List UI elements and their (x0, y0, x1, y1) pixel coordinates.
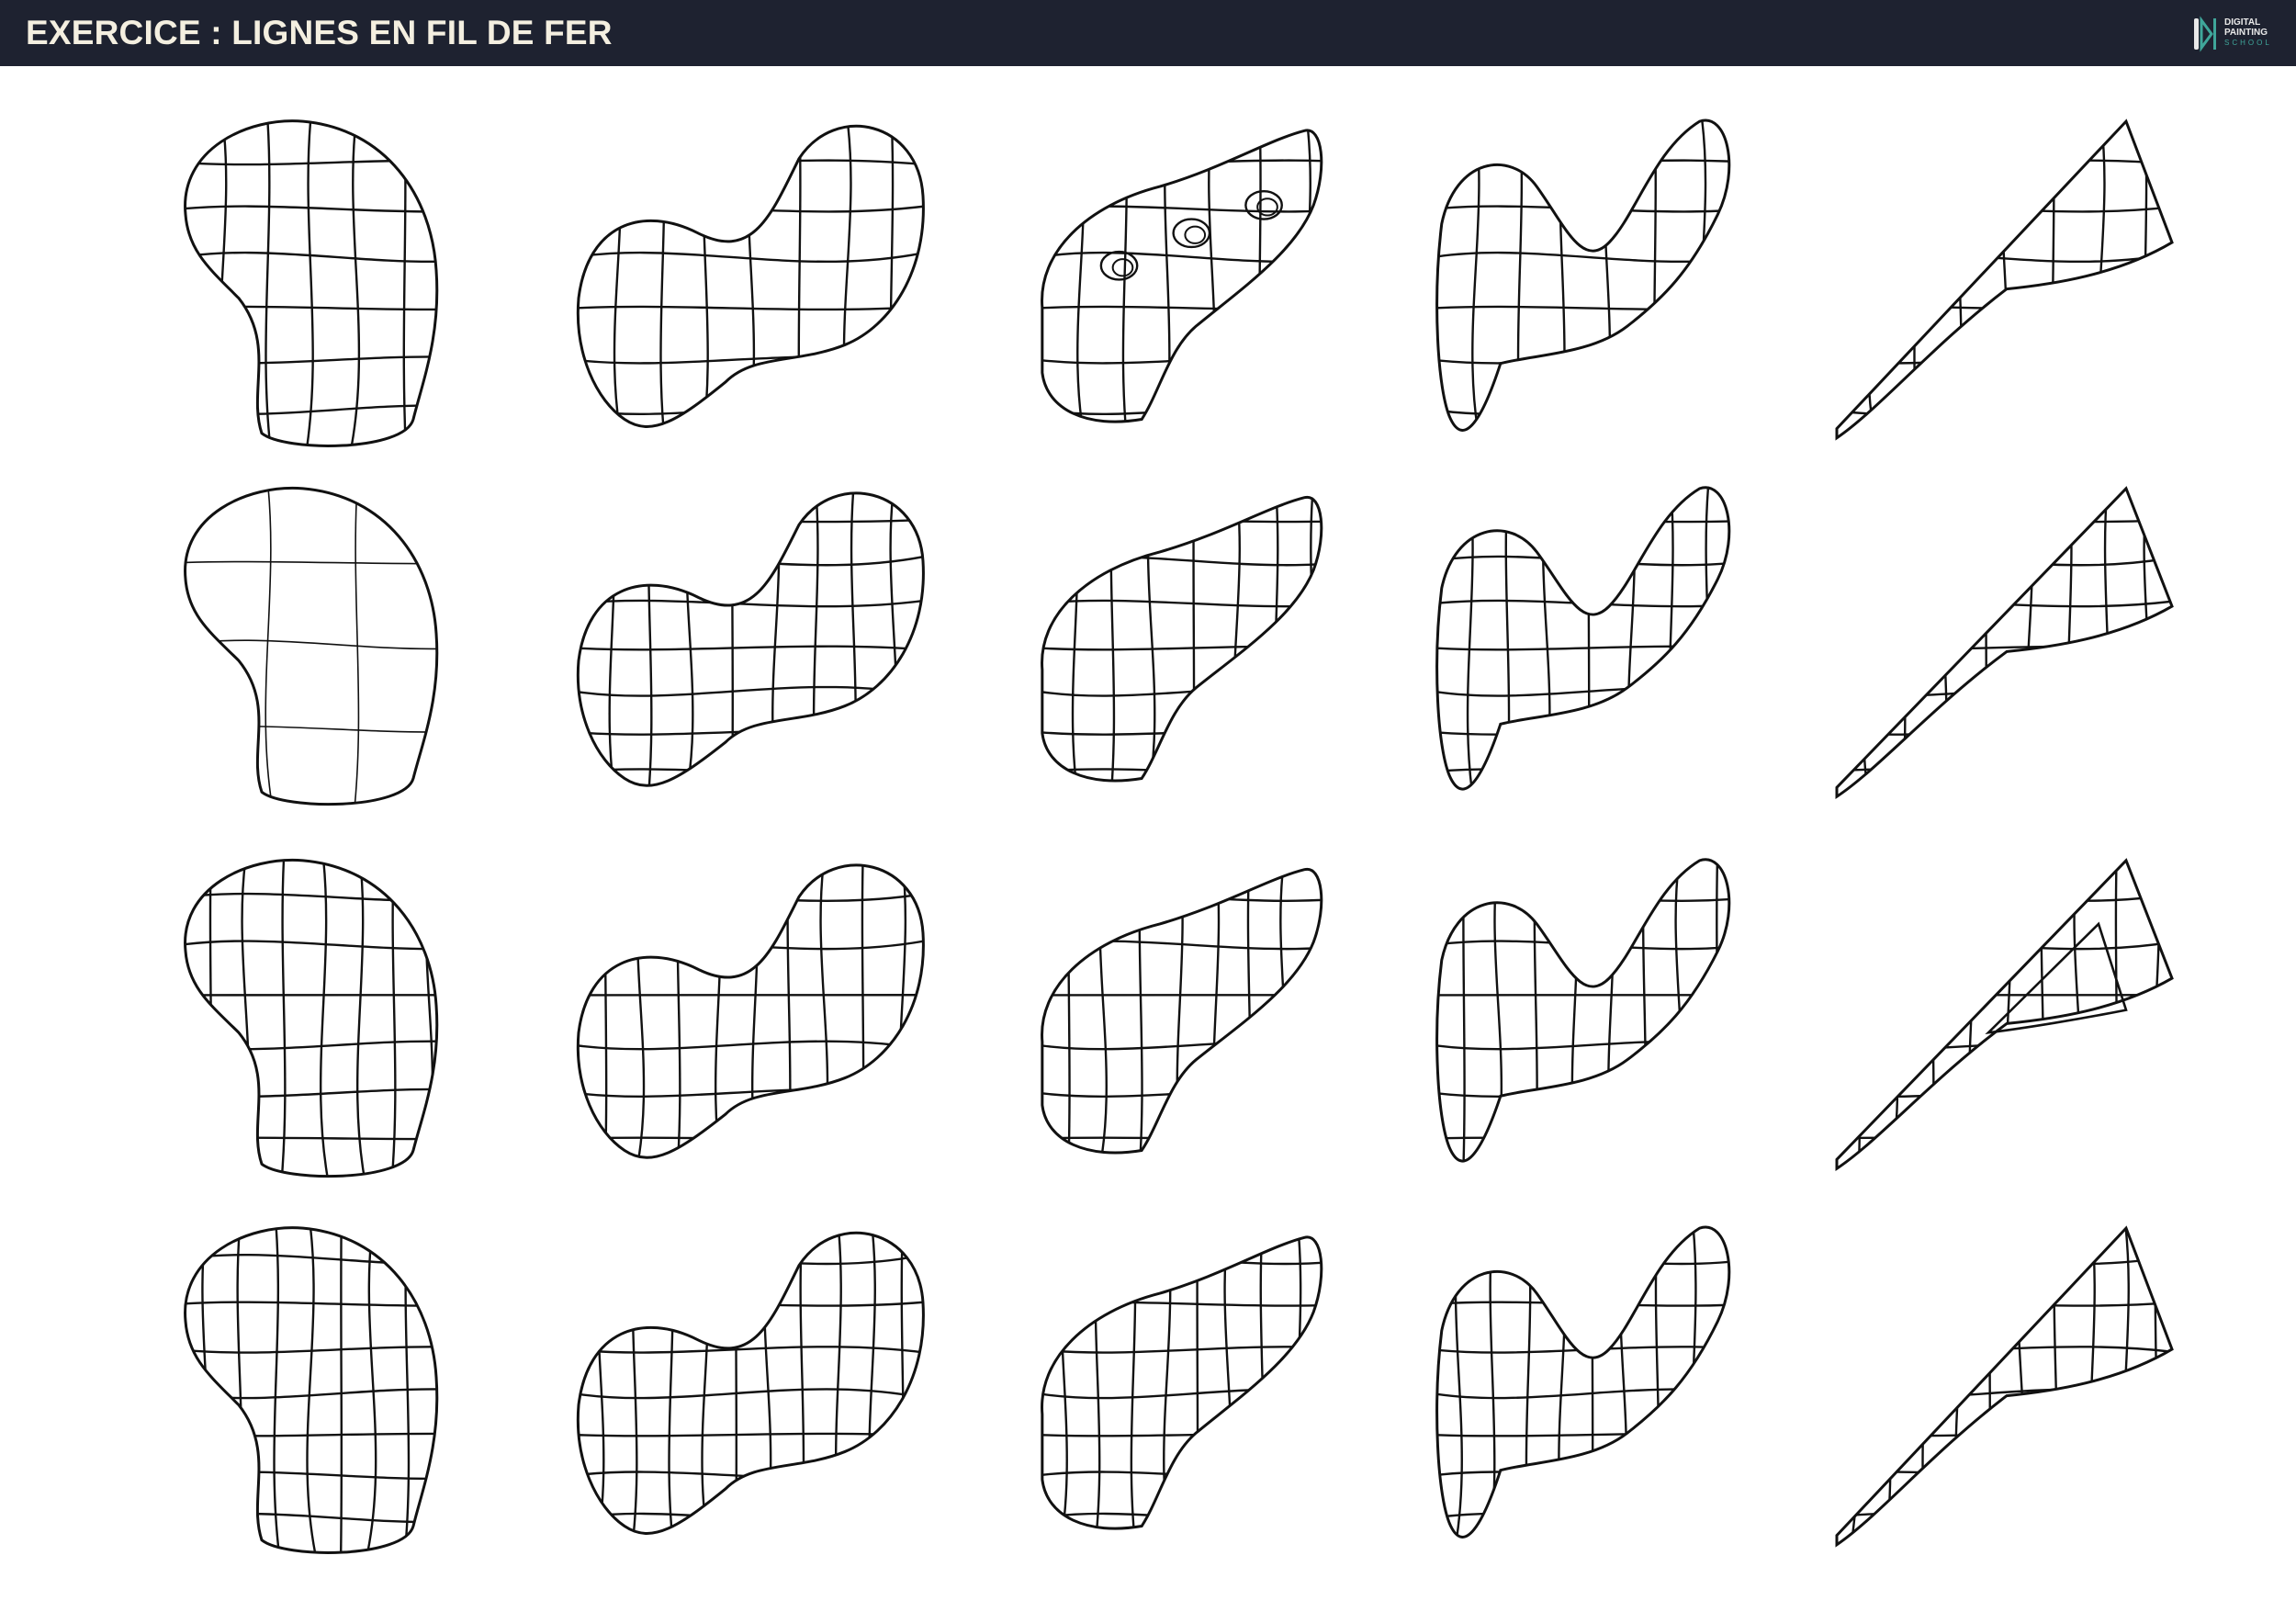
logo-text: DIGITAL PAINTING SCHOOL (2224, 17, 2272, 48)
wireframe-figure-blob (165, 103, 551, 466)
digital-painting-school-logo: DIGITAL PAINTING SCHOOL (2191, 13, 2283, 55)
page-title: EXERCICE : LIGNES EN FIL DE FER (26, 14, 613, 51)
logo-line-1: DIGITAL (2224, 17, 2261, 28)
wireframe-figure-slab (1024, 1210, 1404, 1572)
wireframe-figure-blob (165, 470, 551, 824)
wireframe-figure-snake (560, 842, 946, 1196)
wireframe-figure-wedge (1814, 103, 2200, 466)
brush-logo-icon (2194, 16, 2216, 52)
exercise-sheet (0, 66, 2296, 1623)
wireframe-figure-hook (1419, 103, 1799, 466)
header-bar: EXERCICE : LIGNES EN FIL DE FER DIGITAL … (0, 0, 2296, 66)
wireframe-figure-snake (560, 103, 946, 466)
wireframe-figure-snake (560, 1210, 946, 1572)
wireframe-figure-wedge (1814, 1210, 2200, 1572)
wireframe-figure-slab (1024, 842, 1404, 1196)
wireframe-figure-snake (560, 470, 946, 824)
wireframe-figure-hook (1419, 842, 1799, 1196)
wireframe-figure-slab (1024, 103, 1404, 466)
wireframe-figure-hook (1419, 1210, 1799, 1572)
wireframe-drawings (0, 66, 2296, 1623)
wireframe-figure-wedge (1814, 842, 2200, 1196)
wireframe-figure-blob (165, 842, 551, 1196)
wireframe-figure-hook (1419, 470, 1799, 824)
wireframe-figure-wedge (1814, 470, 2200, 824)
wireframe-figure-blob (165, 1210, 551, 1572)
logo-line-2: PAINTING (2224, 28, 2268, 38)
wireframe-figure-slab (1024, 470, 1404, 824)
logo-line-3: SCHOOL (2224, 39, 2272, 47)
